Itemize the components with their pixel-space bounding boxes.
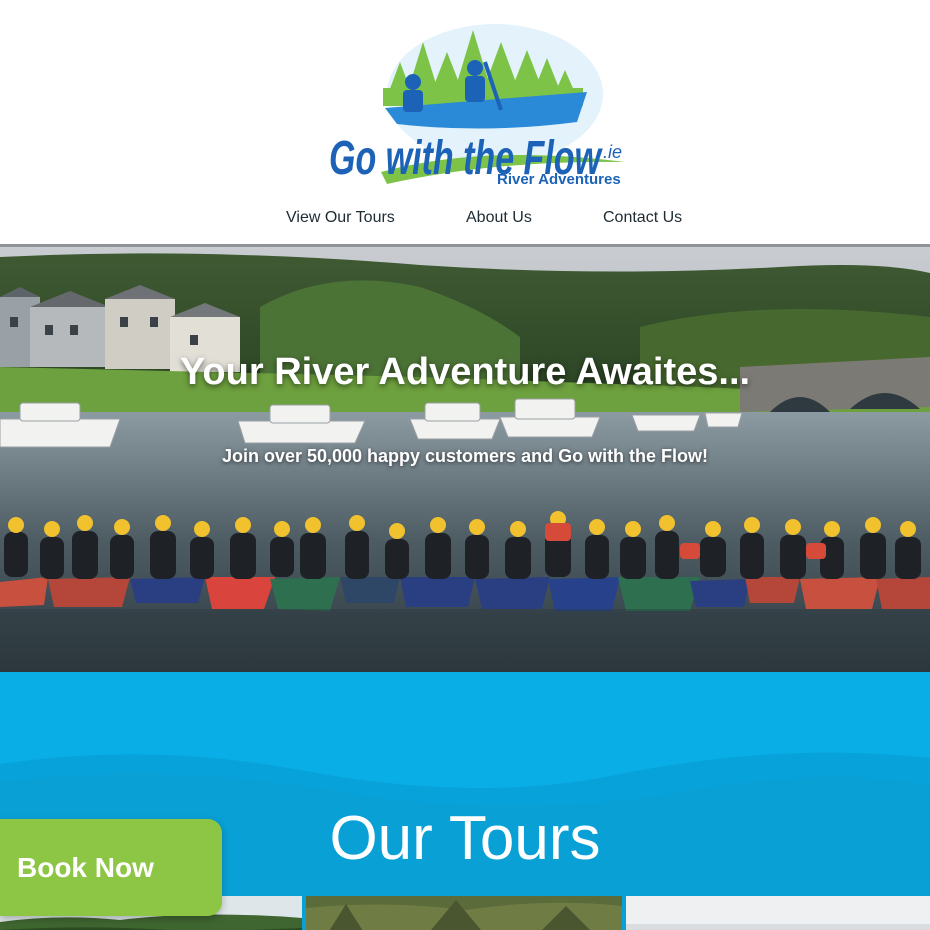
site-header: Go with the Flow .ie River Adventures Vi… (0, 0, 930, 247)
logo-tld: .ie (603, 142, 622, 162)
logo-tagline: River Adventures (497, 171, 621, 188)
tour-card-image[interactable] (306, 896, 622, 930)
nav-item-view-our-tours[interactable]: View Our Tours (286, 206, 395, 230)
tour-card-image[interactable] (626, 896, 930, 930)
main-nav: View Our Tours About Us Contact Us (0, 206, 930, 232)
site-logo[interactable]: Go with the Flow .ie River Adventures (325, 22, 647, 192)
hero-subtitle: Join over 50,000 happy customers and Go … (221, 446, 709, 466)
logo-graphic: Go with the Flow .ie River Adventures (329, 24, 625, 188)
book-now-button[interactable]: Book Now (0, 819, 222, 916)
tour-photo (306, 896, 622, 930)
nav-item-contact-us[interactable]: Contact Us (603, 206, 682, 230)
hero-title: Your River Adventure Awaites... (179, 351, 751, 393)
nav-item-about-us[interactable]: About Us (466, 206, 532, 230)
tour-photo (626, 896, 930, 930)
hero-banner: Your River Adventure Awaites... Join ove… (0, 247, 930, 672)
